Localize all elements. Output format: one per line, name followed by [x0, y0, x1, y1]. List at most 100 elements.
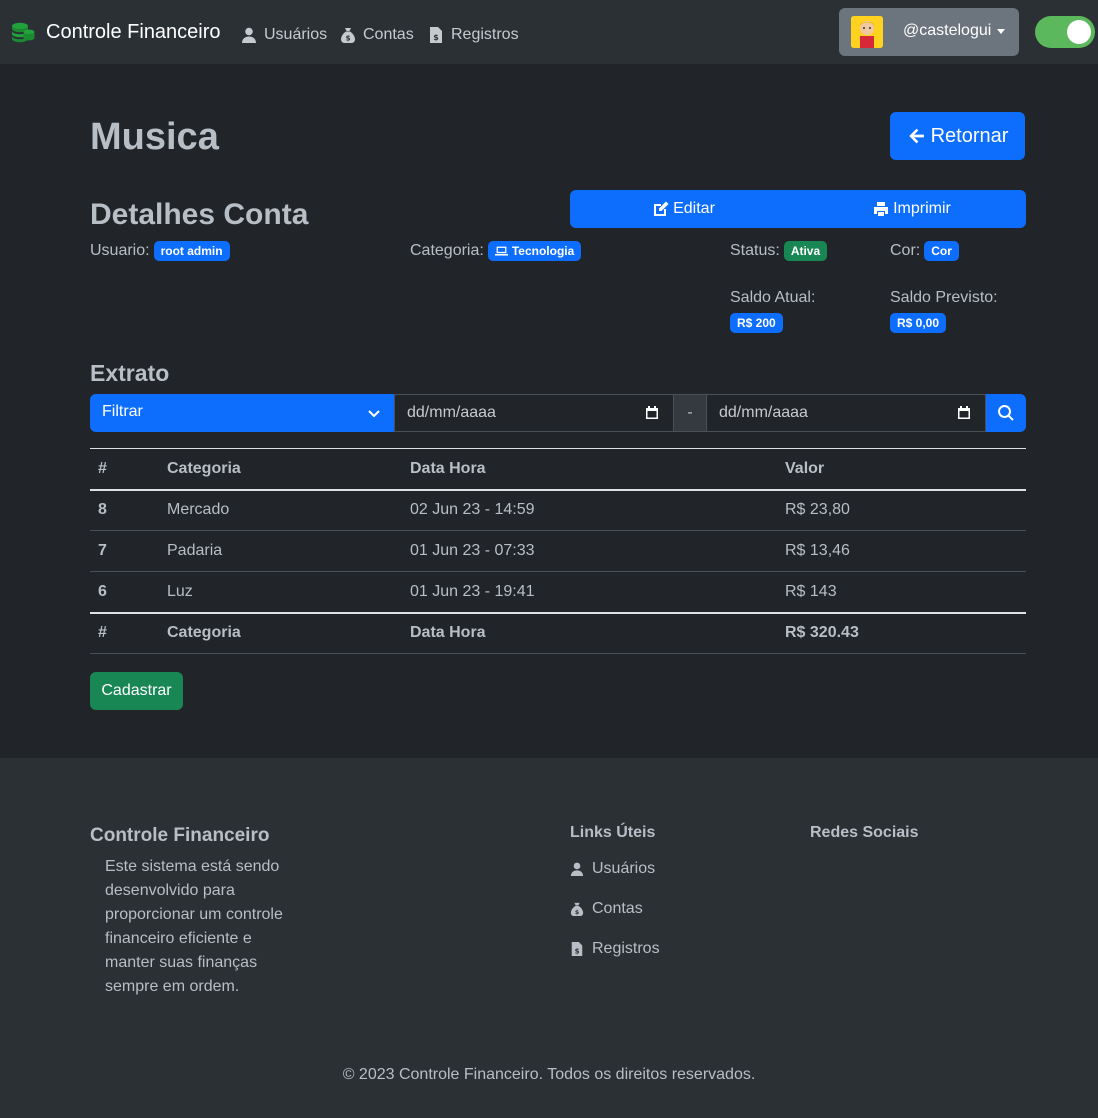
nav-link-contas[interactable]: $ Contas	[340, 26, 414, 44]
table-footer-row: # Categoria Data Hora R$ 320.43	[90, 613, 1026, 654]
edit-button[interactable]: Editar	[570, 190, 798, 228]
usuario-label: Usuario:	[90, 242, 150, 259]
row-categoria: Luz	[167, 582, 193, 600]
usuario-badge: root admin	[153, 241, 230, 261]
footer-description: Este sistema está sendo desenvolvido par…	[105, 858, 283, 995]
footer-categoria: Categoria	[167, 624, 241, 642]
footer-link-contas[interactable]: $ Contas	[570, 900, 643, 918]
footer-link-label: Registros	[592, 940, 660, 957]
action-button-group: Editar Imprimir	[570, 190, 1026, 228]
brand-name: Controle Financeiro	[46, 20, 221, 43]
filter-select-value: Filtrar	[102, 403, 143, 420]
categoria-label: Categoria:	[410, 242, 484, 259]
edit-label: Editar	[673, 200, 715, 217]
toggle-knob	[1067, 20, 1091, 44]
column-header: Valor	[785, 459, 825, 477]
print-button[interactable]: Imprimir	[798, 190, 1026, 228]
print-label: Imprimir	[893, 200, 951, 217]
nav-link-label: Contas	[363, 26, 414, 43]
date-to-input[interactable]: dd/mm/aaaa	[706, 394, 986, 432]
cadastrar-button[interactable]: Cadastrar	[90, 672, 183, 710]
footer-social-title: Redes Sociais	[810, 824, 919, 841]
calendar-icon[interactable]	[957, 406, 971, 420]
saldo-previsto: Saldo Previsto: R$ 0,00	[890, 289, 998, 333]
file-invoice-dollar-icon: $	[571, 942, 583, 956]
user-icon	[570, 862, 584, 876]
table-row[interactable]: 7 Padaria 01 Jun 23 - 07:33 R$ 13,46	[90, 531, 1026, 572]
categoria-value: Tecnologia	[511, 244, 575, 258]
footer-total: R$ 320.43	[785, 624, 859, 642]
navbar: Controle Financeiro Usuários $ Contas $ …	[0, 0, 1098, 64]
file-invoice-dollar-icon: $	[430, 27, 442, 43]
brand-link[interactable]: Controle Financeiro	[11, 20, 221, 44]
footer: Controle Financeiro Este sistema está se…	[0, 758, 1098, 1118]
return-button[interactable]: Retornar	[890, 112, 1025, 160]
footer-title: Controle Financeiro	[90, 825, 270, 846]
row-valor: R$ 13,46	[785, 542, 850, 559]
search-button[interactable]	[986, 394, 1026, 432]
categoria-badge: Tecnologia	[487, 241, 582, 261]
chevron-down-icon	[368, 410, 380, 418]
row-id: 6	[98, 582, 107, 600]
svg-text:$: $	[433, 33, 439, 42]
user-name: @castelogui	[903, 22, 992, 39]
return-label: Retornar	[930, 124, 1009, 147]
footer-link-usuarios[interactable]: Usuários	[570, 860, 655, 878]
print-icon	[874, 202, 889, 216]
table-header-row: # Categoria Data Hora Valor	[90, 448, 1026, 490]
footer-links-title: Links Úteis	[570, 824, 656, 841]
user-icon	[242, 27, 256, 43]
cor-badge: Cor	[924, 241, 959, 261]
calendar-icon[interactable]	[645, 406, 659, 420]
arrow-left-icon	[908, 128, 924, 144]
row-id: 7	[98, 542, 107, 559]
saldo-previsto-badge: R$ 0,00	[890, 313, 947, 333]
date-separator: -	[674, 394, 706, 432]
laptop-icon	[494, 246, 508, 256]
date-from-placeholder: dd/mm/aaaa	[407, 404, 496, 421]
copyright: © 2023 Controle Financeiro. Todos os dir…	[342, 1066, 756, 1083]
footer-link-label: Contas	[592, 900, 643, 917]
table-row[interactable]: 8 Mercado 02 Jun 23 - 14:59 R$ 23,80	[90, 490, 1026, 531]
row-valor: R$ 23,80	[785, 501, 850, 519]
footer-link-registros[interactable]: $ Registros	[570, 940, 660, 958]
money-bag-icon: $	[570, 902, 584, 916]
user-dropdown-button[interactable]: @castelogui	[839, 8, 1019, 56]
row-categoria: Padaria	[167, 542, 223, 559]
row-categoria: Mercado	[167, 501, 230, 519]
row-data-hora: 01 Jun 23 - 07:33	[410, 542, 535, 559]
svg-text:$: $	[346, 35, 351, 43]
status-label: Status:	[730, 242, 780, 259]
theme-toggle[interactable]	[1035, 16, 1095, 48]
detail-cor: Cor: Cor	[890, 241, 959, 261]
svg-text:$: $	[575, 947, 580, 955]
detail-usuario: Usuario: root admin	[90, 241, 230, 261]
nav-link-usuarios[interactable]: Usuários	[241, 26, 327, 44]
search-icon	[998, 405, 1014, 421]
extrato-title: Extrato	[90, 360, 170, 386]
nav-link-label: Usuários	[264, 26, 328, 43]
column-header: Categoria	[167, 459, 241, 477]
footer-link-label: Usuários	[592, 860, 656, 877]
column-header: Data Hora	[410, 459, 486, 477]
date-to-placeholder: dd/mm/aaaa	[719, 404, 808, 421]
table-row[interactable]: 6 Luz 01 Jun 23 - 19:41 R$ 143	[90, 572, 1026, 613]
nav-link-label: Registros	[451, 26, 519, 43]
saldo-atual-label: Saldo Atual:	[730, 289, 816, 306]
row-data-hora: 01 Jun 23 - 19:41	[410, 582, 535, 600]
date-from-input[interactable]: dd/mm/aaaa	[394, 394, 674, 432]
extrato-table: # Categoria Data Hora Valor 8 Mercado 02…	[90, 448, 1026, 654]
cor-label: Cor:	[890, 242, 921, 259]
svg-text:$: $	[575, 909, 579, 916]
details-title: Detalhes Conta	[90, 198, 309, 231]
detail-status: Status: Ativa	[730, 241, 828, 261]
nav-link-registros[interactable]: $ Registros	[428, 26, 519, 44]
money-bag-icon: $	[341, 28, 355, 43]
saldo-atual-badge: R$ 200	[730, 313, 783, 333]
saldo-atual: Saldo Atual: R$ 200	[730, 289, 815, 333]
status-badge: Ativa	[783, 241, 828, 261]
detail-categoria: Categoria: Tecnologia	[410, 241, 582, 261]
filter-select[interactable]: Filtrar	[90, 394, 394, 432]
caret-down-icon	[997, 29, 1005, 34]
footer-data-hora: Data Hora	[410, 624, 486, 642]
